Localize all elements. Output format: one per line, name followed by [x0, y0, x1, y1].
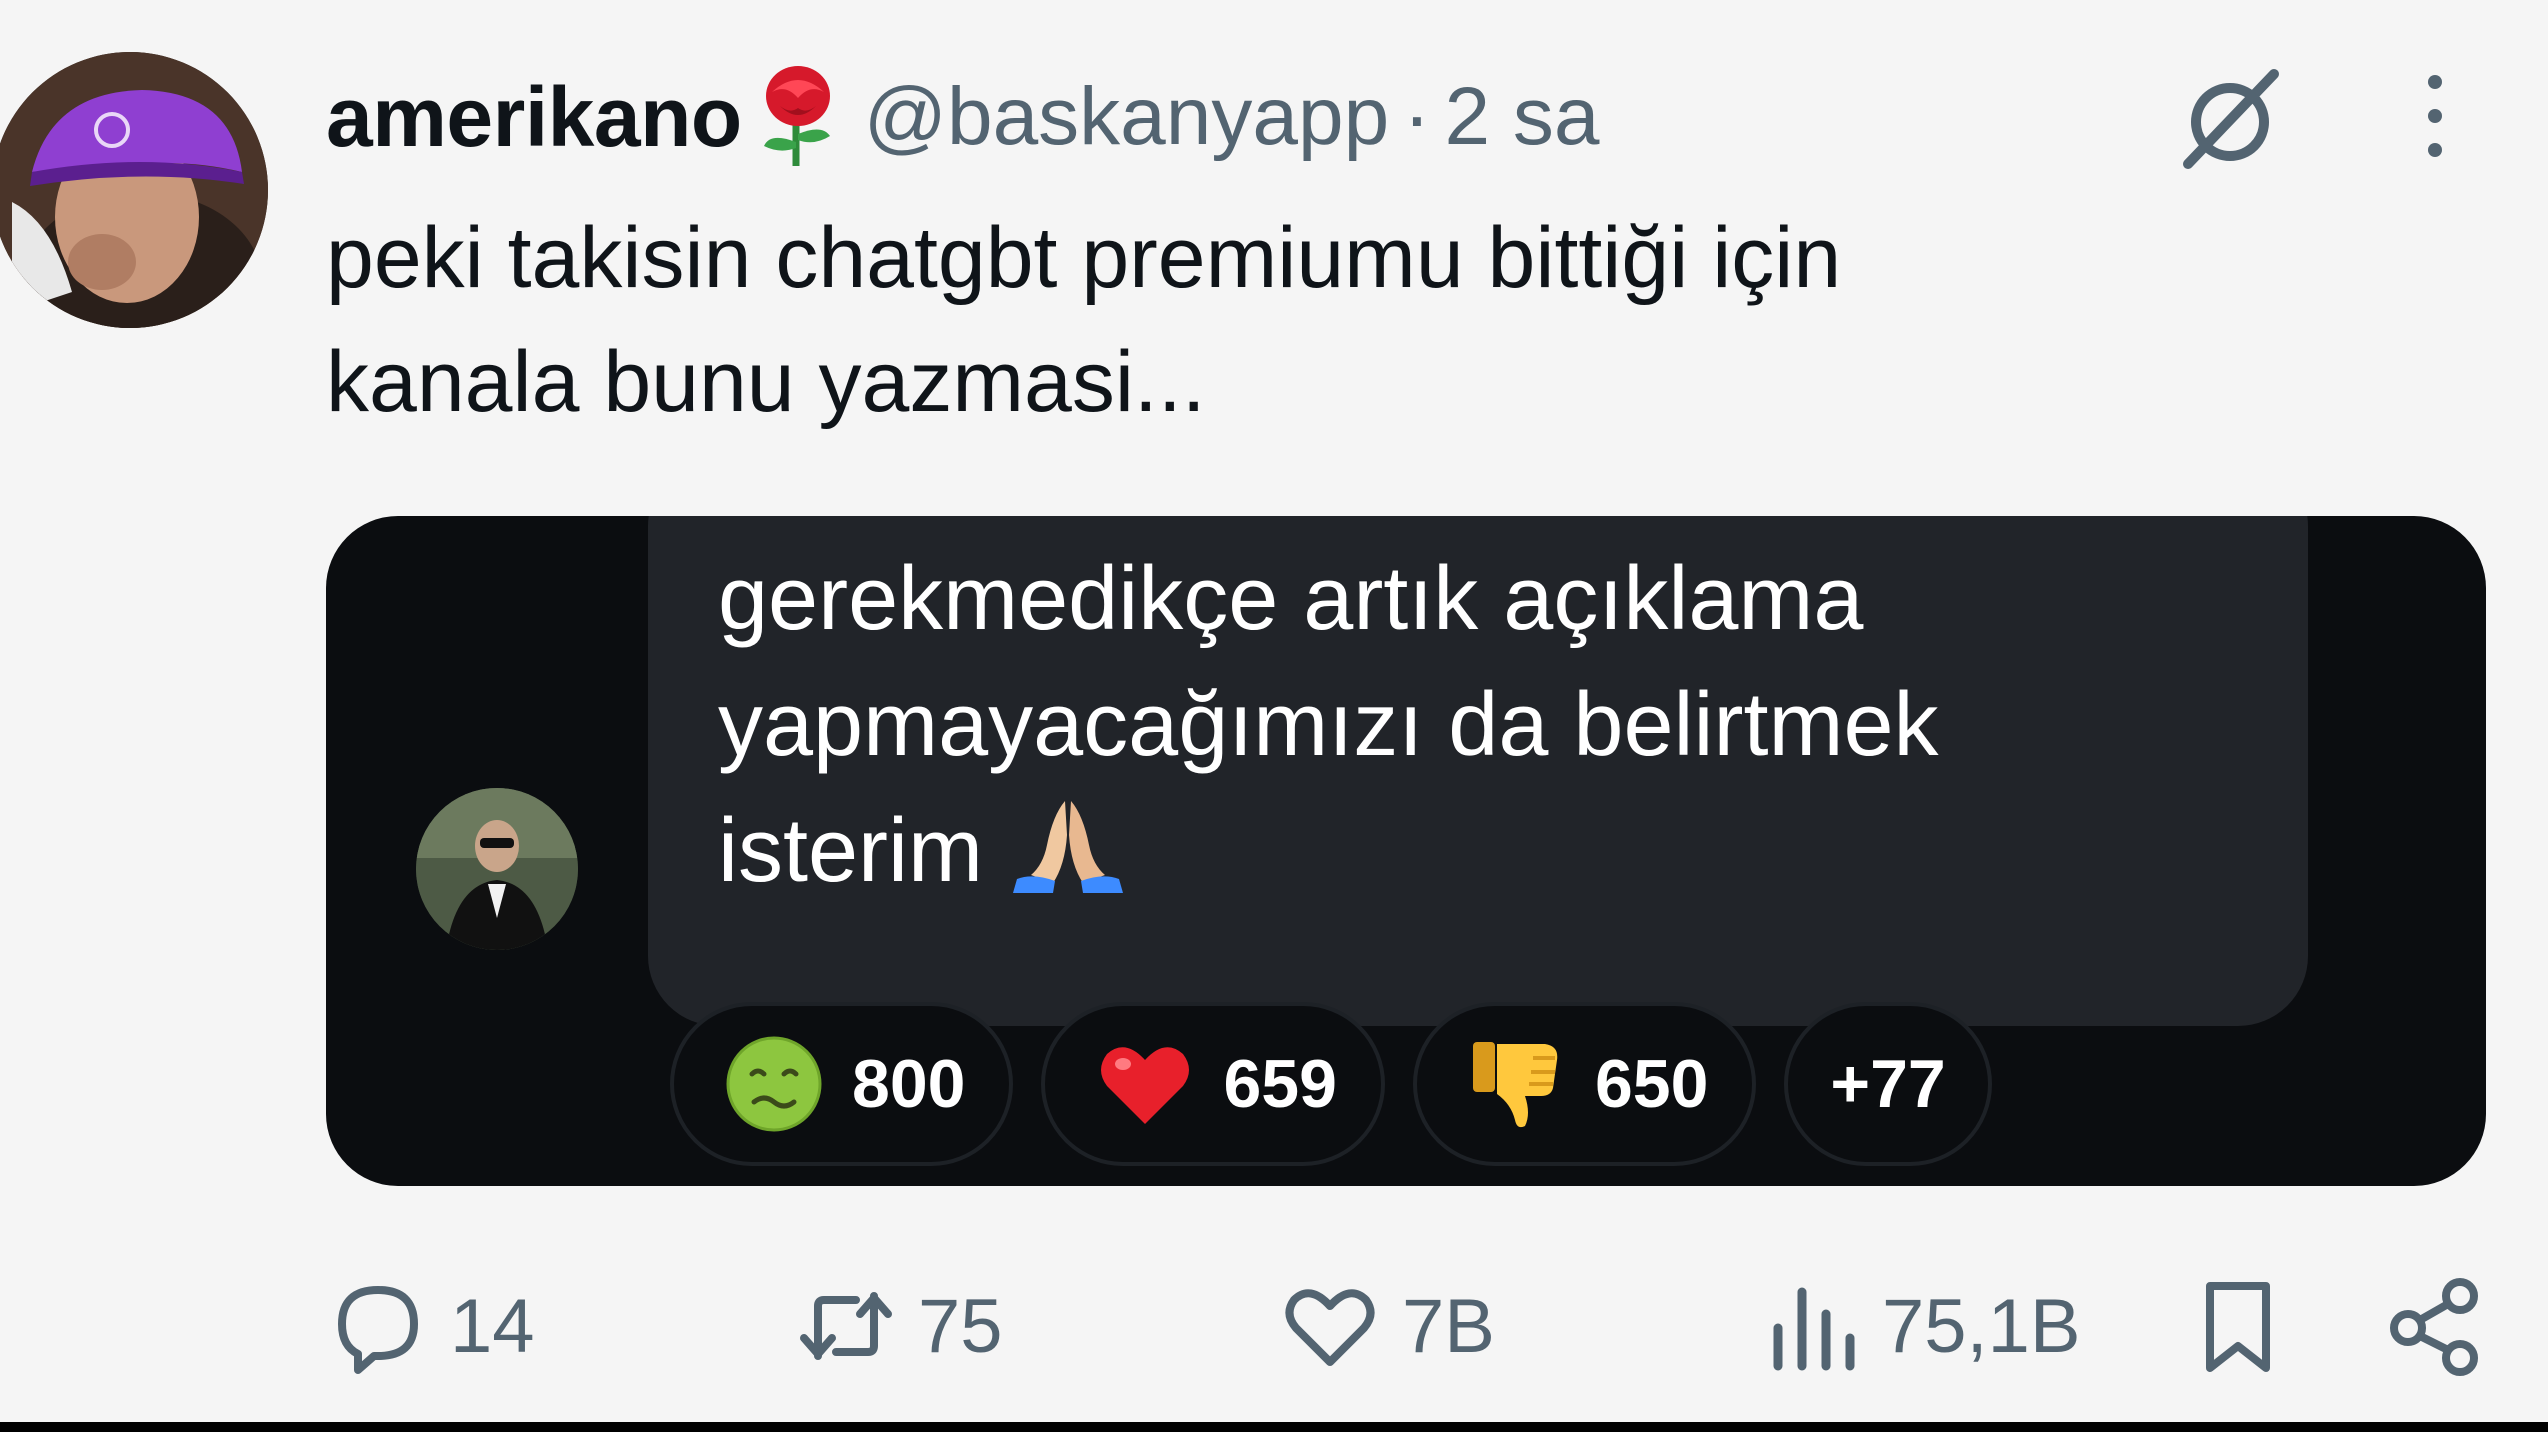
sender-avatar-image	[416, 788, 578, 950]
repost-icon	[800, 1292, 892, 1360]
reaction-chip-nauseated[interactable]: 800	[670, 1002, 1014, 1166]
message-line: isterim	[718, 788, 2278, 914]
user-handle[interactable]: @baskanyapp	[864, 70, 1389, 164]
avatar-image	[0, 52, 268, 328]
reaction-count: +77	[1830, 1046, 1946, 1122]
red-heart-icon	[1101, 1047, 1190, 1124]
more-options-icon[interactable]	[2410, 66, 2460, 166]
share-icon	[2390, 1278, 2478, 1376]
reaction-bar: 800 659 650 +77	[670, 1002, 1992, 1166]
tweet-media-image[interactable]: gerekmedikçe artık açıklama yapmayacağım…	[326, 516, 2486, 1186]
reaction-chip-thumbs-down[interactable]: 650	[1412, 1002, 1757, 1166]
reaction-chip-more[interactable]: +77	[1784, 1002, 1992, 1166]
repost-button[interactable]: 75	[796, 1266, 1003, 1386]
like-button[interactable]: 7B	[1280, 1266, 1495, 1386]
timestamp[interactable]: 2 sa	[1445, 70, 1600, 164]
tweet-text: peki takisin chatgbt premiumu bittiği iç…	[326, 196, 2426, 444]
sender-avatar[interactable]	[416, 788, 578, 950]
tweet-action-bar: 14 75 7B 75,1B	[320, 1266, 2500, 1386]
message-line-text: isterim	[718, 801, 983, 901]
thumbs-down-icon	[1472, 1042, 1558, 1128]
reaction-count: 659	[1223, 1046, 1337, 1122]
view-count: 75,1B	[1882, 1283, 2081, 1369]
message-line: yapmayacağımızı da belirtmek	[718, 675, 1939, 775]
bookmark-button[interactable]	[2188, 1266, 2288, 1386]
bookmark-icon	[2206, 1282, 2270, 1372]
reply-icon	[338, 1286, 418, 1374]
rose-icon	[750, 62, 846, 172]
grok-icon[interactable]	[2170, 60, 2290, 180]
reply-button[interactable]: 14	[328, 1266, 535, 1386]
share-button[interactable]	[2384, 1266, 2484, 1386]
like-count: 7B	[1402, 1283, 1495, 1369]
tweet-header: amerikano @baskanyapp · 2 sa	[326, 62, 1600, 172]
reaction-count: 650	[1594, 1046, 1709, 1122]
reply-count: 14	[450, 1283, 535, 1369]
message-line: gerekmedikçe artık açıklama	[718, 549, 1864, 649]
bottom-edge-bar	[0, 1422, 2548, 1432]
heart-icon	[1285, 1289, 1375, 1366]
tweet-text-line: peki takisin chatgbt premiumu bittiği iç…	[326, 210, 1842, 306]
views-chart-icon	[1773, 1287, 1855, 1371]
reaction-count: 800	[852, 1046, 966, 1122]
nauseated-face-icon	[726, 1036, 822, 1132]
repost-count: 75	[918, 1283, 1003, 1369]
display-name[interactable]: amerikano	[326, 69, 742, 166]
views-button[interactable]: 75,1B	[1760, 1266, 2081, 1386]
folded-hands-icon	[1003, 795, 1133, 895]
message-text: gerekmedikçe artık açıklama yapmayacağım…	[718, 536, 2278, 914]
reaction-chip-heart[interactable]: 659	[1041, 1002, 1385, 1166]
user-avatar[interactable]	[0, 52, 268, 328]
separator-dot: ·	[1403, 71, 1431, 162]
tweet-text-line: kanala bunu yazmasi...	[326, 334, 1206, 430]
tweet-screen: amerikano @baskanyapp · 2 sa peki takisi…	[0, 0, 2548, 1432]
